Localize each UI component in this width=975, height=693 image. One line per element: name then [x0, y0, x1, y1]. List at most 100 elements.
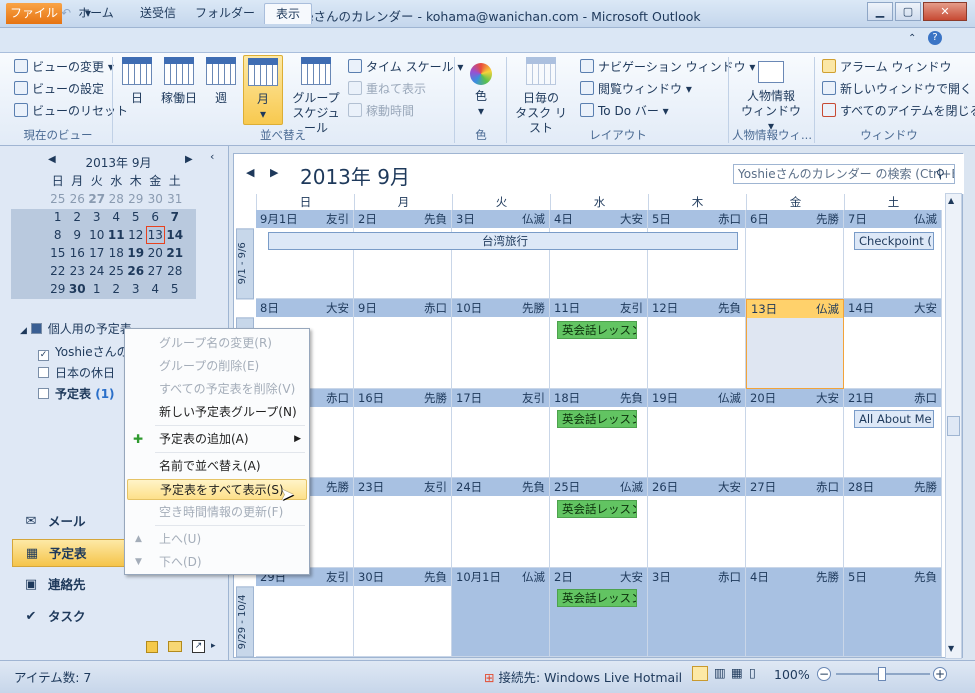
prev-month-icon[interactable]: ◀ — [246, 166, 254, 179]
menu-move-up[interactable]: ▲ 上へ(U) — [127, 529, 307, 550]
minical-day[interactable]: 4 — [107, 208, 127, 226]
todo-view-button[interactable]: ▯ — [749, 665, 756, 680]
nav-tasks-button[interactable]: ✔ タスク — [12, 603, 222, 631]
menu-rename-group[interactable]: グループ名の変更(R) — [127, 333, 307, 354]
month-view-button[interactable]: 月 ▾ — [243, 55, 283, 125]
day-cell-today[interactable]: 13日 仏滅 — [746, 299, 844, 389]
tab-home[interactable]: ホーム — [68, 3, 124, 24]
minical-day[interactable]: 26 — [68, 190, 88, 208]
minical-day[interactable]: 3 — [126, 280, 146, 298]
change-view-button[interactable]: ビューの変更 ▾ — [14, 57, 114, 77]
day-view-button[interactable]: 日 — [118, 55, 156, 125]
timescale-button[interactable]: タイム スケール ▾ — [348, 57, 463, 77]
day-cell[interactable]: 4日 大安 — [550, 210, 648, 300]
zoom-in-button[interactable]: + — [933, 667, 947, 681]
minical-day[interactable]: 28 — [165, 262, 185, 280]
menu-new-calendar-group[interactable]: 新しい予定表グループ(N) — [127, 402, 307, 423]
minical-day[interactable]: 14 — [165, 226, 185, 244]
zoom-out-button[interactable]: − — [817, 667, 831, 681]
day-cell[interactable]: 7日 仏滅 — [844, 210, 942, 300]
appointment-eikaiwa[interactable]: 英会話レッスン — [557, 321, 637, 339]
appointment-checkpoint[interactable]: Checkpoint (I — [854, 232, 934, 250]
shortcut-icon[interactable]: ↗ — [192, 640, 205, 653]
open-new-window-button[interactable]: 新しいウィンドウで開く — [822, 79, 972, 99]
day-cell[interactable]: 2日 大安 — [550, 567, 648, 657]
menu-refresh-free-busy[interactable]: 空き時間情報の更新(F) — [127, 502, 307, 523]
week-view-button[interactable]: 週 — [202, 55, 240, 125]
day-cell[interactable]: 2日 先負 — [354, 210, 452, 300]
daily-task-list-button[interactable]: 日毎の タスク リスト — [510, 55, 572, 135]
notes-icon[interactable] — [146, 641, 158, 653]
day-cell[interactable]: 5日 先負 — [844, 567, 942, 657]
day-cell[interactable]: 30日 先負 — [354, 567, 452, 657]
day-cell[interactable]: 6日 先勝 — [746, 210, 844, 300]
minical-day[interactable]: 25 — [48, 190, 68, 208]
minical-day[interactable]: 15 — [48, 244, 68, 262]
todo-bar-button[interactable]: To Do バー ▾ — [580, 101, 669, 121]
day-cell[interactable]: 16日 先勝 — [354, 388, 452, 479]
minical-day[interactable]: 19 — [126, 244, 146, 262]
calendar-grid-view-button[interactable]: ▦ — [731, 665, 743, 680]
minical-day[interactable]: 30 — [68, 280, 88, 298]
checkbox[interactable] — [38, 388, 49, 399]
calendar-item-holidays[interactable]: 日本の休日 — [38, 364, 115, 381]
reminders-window-button[interactable]: アラーム ウィンドウ — [822, 57, 951, 77]
minical-day[interactable]: 6 — [146, 208, 166, 226]
menu-sort-by-name[interactable]: 名前で並べ替え(A) — [127, 456, 307, 477]
calendar-item-calendar[interactable]: 予定表 (1) — [38, 385, 115, 402]
day-cell[interactable]: 11日 友引 — [550, 299, 648, 389]
day-cell[interactable]: 10月1日 仏滅 — [452, 567, 550, 657]
help-icon[interactable]: ? — [928, 31, 942, 45]
minical-day[interactable]: 9 — [68, 226, 88, 244]
minical-day[interactable]: 25 — [107, 262, 127, 280]
scroll-up-icon[interactable]: ▲ — [948, 196, 954, 205]
day-cell[interactable]: 9月1日 友引 — [256, 210, 354, 300]
appointment-eikaiwa[interactable]: 英会話レッスン — [557, 410, 637, 428]
minical-day[interactable]: 5 — [165, 280, 185, 298]
day-cell[interactable]: 9日 赤口 — [354, 299, 452, 389]
minical-day[interactable]: 1 — [87, 280, 107, 298]
day-cell[interactable]: 23日 友引 — [354, 478, 452, 568]
schedule-view-button[interactable]: グループ スケジュール — [288, 55, 344, 135]
tab-send-receive[interactable]: 送受信 — [128, 3, 188, 24]
minical-day[interactable]: 24 — [87, 262, 107, 280]
work-hours-button[interactable]: 稼動時間 — [348, 101, 414, 121]
day-cell[interactable]: 28日 先勝 — [844, 478, 942, 568]
minical-day[interactable]: 29 — [126, 190, 146, 208]
minical-day[interactable]: 27 — [87, 190, 107, 208]
minical-day[interactable]: 20 — [146, 244, 166, 262]
minical-day[interactable]: 13 — [145, 226, 165, 244]
calendar-group-my-calendars[interactable]: ◢ 個人用の予定表 — [20, 320, 132, 337]
appointment-taiwan-trip[interactable]: 台湾旅行 — [268, 232, 738, 250]
minical-day[interactable]: 31 — [165, 190, 185, 208]
close-all-items-button[interactable]: すべてのアイテムを閉じる — [822, 101, 975, 121]
normal-view-button[interactable] — [692, 666, 708, 681]
week-label[interactable]: 9/29 - 10/4 — [236, 585, 254, 657]
day-cell[interactable]: 5日 赤口 — [648, 210, 746, 300]
group-checkbox[interactable] — [30, 323, 42, 334]
people-pane-button[interactable]: 人物情報 ウィンドウ ▾ — [738, 55, 804, 133]
minical-day[interactable]: 10 — [87, 226, 107, 244]
minical-day[interactable]: 26 — [126, 262, 146, 280]
tab-view[interactable]: 表示 — [264, 3, 312, 24]
day-cell[interactable]: 21日 赤口 — [844, 388, 942, 479]
view-settings-button[interactable]: ビューの設定 — [14, 79, 104, 99]
day-cell[interactable]: 26日 大安 — [648, 478, 746, 568]
day-cell[interactable]: 18日 先負 — [550, 388, 648, 479]
day-cell[interactable]: 24日 先負 — [452, 478, 550, 568]
overlay-button[interactable]: 重ねて表示 — [348, 79, 426, 99]
minical-day[interactable]: 1 — [48, 208, 68, 226]
minical-day[interactable]: 30 — [146, 190, 166, 208]
tab-folder[interactable]: フォルダー — [192, 3, 258, 24]
menu-move-down[interactable]: ▼ 下へ(D) — [127, 552, 307, 573]
day-cell[interactable]: 12日 先負 — [648, 299, 746, 389]
workweek-view-button[interactable]: 稼働日 — [158, 55, 200, 125]
minical-day[interactable]: 8 — [48, 226, 68, 244]
minical-day[interactable]: 28 — [107, 190, 127, 208]
close-button[interactable]: ✕ — [923, 2, 967, 21]
minical-day[interactable]: 21 — [165, 244, 185, 262]
day-cell[interactable]: 25日 仏滅 — [550, 478, 648, 568]
day-cell[interactable]: 17日 友引 — [452, 388, 550, 479]
minical-day[interactable]: 4 — [146, 280, 166, 298]
appointment-eikaiwa[interactable]: 英会話レッスン — [557, 589, 637, 607]
